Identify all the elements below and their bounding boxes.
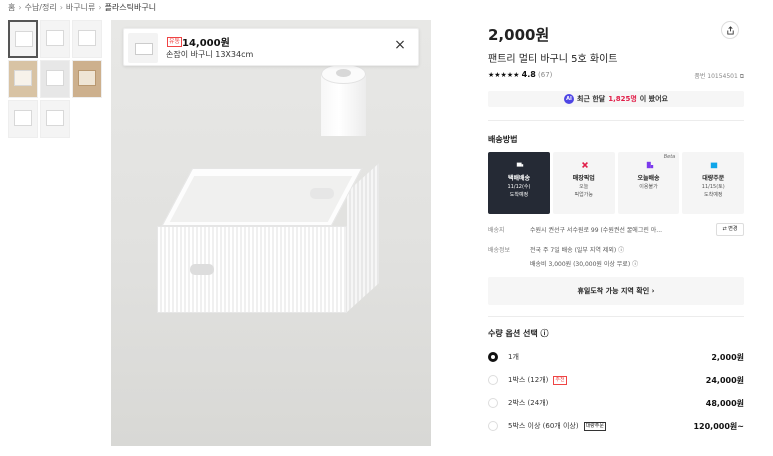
tab-bulk-order[interactable]: 대량주문 11/15(토) 도착예정 — [682, 152, 744, 214]
basket-image — [157, 163, 385, 313]
option-price: 120,000원~ — [693, 421, 744, 431]
product-name: 팬트리 멀티 바구니 5호 화이트 — [488, 54, 618, 65]
recommended-product-price: 14,000원 — [182, 38, 230, 49]
divider — [488, 120, 744, 121]
close-icon[interactable]: × — [393, 38, 407, 52]
thumbnail-8[interactable] — [40, 100, 70, 138]
option-1-item[interactable]: 1개 2,000원 — [488, 348, 744, 366]
option-price: 24,000원 — [705, 375, 744, 385]
breadcrumb-plastic-basket[interactable]: 플라스틱바구니 — [105, 2, 157, 13]
thumbnail-image — [46, 30, 64, 46]
star-rating-icon: ★★★★★ — [488, 71, 520, 79]
pickup-icon — [581, 162, 588, 168]
tab-parcel-delivery[interactable]: 택배배송 11/12(수) 도착예정 — [488, 152, 550, 214]
divider — [488, 316, 744, 317]
ai-icon: AI — [564, 94, 574, 104]
destination-label: 배송지 — [488, 227, 505, 234]
thumbnail-5[interactable] — [40, 60, 70, 98]
breadcrumb: 홈 › 수납/정리 › 바구니류 › 플라스틱바구니 — [8, 2, 156, 13]
option-label: 5박스 이상 (60개 이상) — [508, 422, 579, 430]
shipping-info-label: 배송정보 — [488, 247, 511, 254]
product-code[interactable]: 품번 10154501 ⧉ — [694, 71, 744, 81]
shipping-tab-label: 매장픽업 — [572, 175, 595, 182]
bulk-order-icon — [711, 162, 718, 169]
recent-views-banner: AI 최근 한달 1,825명 이 봤어요 — [488, 91, 744, 107]
recommended-product-badge: 유통 — [167, 37, 183, 47]
bulk-order-badge: 대량주문 — [583, 421, 606, 431]
review-count: (67) — [538, 71, 553, 79]
product-rating[interactable]: ★★★★★ 4.8 (67) — [488, 70, 552, 79]
change-address-button[interactable]: ⇄ 변경 — [716, 223, 744, 236]
shipping-tab-sub: 이용불가 — [639, 184, 658, 190]
main-product-image[interactable] — [111, 20, 431, 446]
holiday-delivery-check-button[interactable]: 휴일도착 가능 지역 확인 › — [488, 277, 744, 305]
shipping-tab-sub: 11/12(수) 도착예정 — [507, 184, 531, 198]
chevron-right-icon: › — [59, 3, 63, 12]
tab-today-delivery[interactable]: Beta 오늘배송 이용불가 — [617, 152, 680, 214]
option-5-box-plus[interactable]: 5박스 이상 (60개 이상) 대량주문 120,000원~ — [488, 417, 744, 435]
option-price: 2,000원 — [711, 352, 744, 362]
truck-icon — [516, 162, 524, 167]
breadcrumb-home[interactable]: 홈 — [8, 2, 15, 13]
thumbnail-4[interactable] — [8, 60, 38, 98]
thumbnail-image — [46, 70, 64, 86]
chevron-right-icon: › — [18, 3, 22, 12]
toilet-roll-image — [321, 64, 366, 144]
thumbnail-2[interactable] — [40, 20, 70, 58]
option-label: 1박스 (12개) — [508, 376, 549, 384]
basket-handle — [190, 264, 214, 275]
rating-value: 4.8 — [521, 70, 536, 79]
thumbnail-image — [14, 110, 32, 126]
option-label: 2박스 (24개) — [508, 399, 549, 407]
option-1-box[interactable]: 1박스 (12개) 추천 24,000원 — [488, 371, 744, 389]
radio-icon[interactable] — [488, 375, 498, 385]
option-price: 48,000원 — [705, 398, 744, 408]
thumbnail-gallery — [8, 20, 102, 138]
thumbnail-image — [15, 31, 33, 47]
beta-badge: Beta — [663, 154, 676, 160]
thumbnail-image — [78, 30, 96, 46]
thumbnail-3[interactable] — [72, 20, 102, 58]
radio-icon[interactable] — [488, 398, 498, 408]
radio-icon[interactable] — [488, 421, 498, 431]
option-2-box[interactable]: 2박스 (24개) 48,000원 — [488, 394, 744, 412]
breadcrumb-basket[interactable]: 바구니류 — [66, 2, 95, 13]
recommended-badge: 추천 — [553, 375, 567, 385]
thumbnail-6[interactable] — [72, 60, 102, 98]
breadcrumb-storage[interactable]: 수납/정리 — [25, 2, 57, 13]
shipping-tab-label: 택배배송 — [507, 175, 531, 182]
recommended-product-thumbnail — [128, 33, 158, 63]
option-label: 1개 — [508, 353, 519, 361]
tab-store-pickup[interactable]: 매장픽업 오늘 픽업가능 — [552, 152, 615, 214]
shipping-title: 배송방법 — [488, 135, 518, 144]
recommended-product-title: 손잡이 바구니 13X34cm — [166, 50, 254, 59]
chevron-right-icon: › — [98, 3, 102, 12]
basket-handle — [310, 188, 334, 199]
shipping-info-line1: 전국 주 7일 배송 (일부 지역 제외) ⓘ — [530, 247, 625, 254]
thumbnail-image — [46, 110, 64, 126]
destination-address: 수원시 권선구 서수원로 99 (수원권선 꿀에그린 아... — [530, 227, 663, 234]
views-prefix: 최근 한달 — [577, 95, 606, 103]
quantity-option-title: 수량 옵션 선택 ⓘ — [488, 329, 549, 338]
thumbnail-image — [78, 70, 96, 86]
share-button[interactable] — [721, 21, 739, 39]
thumbnail-image — [14, 70, 32, 86]
radio-selected-icon[interactable] — [488, 352, 498, 362]
shipping-tab-sub: 11/15(토) 도착예정 — [701, 184, 725, 198]
shipping-tab-sub: 오늘 픽업가능 — [574, 184, 593, 198]
shipping-info: 배송정보 전국 주 7일 배송 (일부 지역 제외) ⓘ — [488, 245, 624, 254]
shipping-destination: 배송지 수원시 권선구 서수원로 99 (수원권선 꿀에그린 아... — [488, 225, 662, 234]
shipping-tabs: 택배배송 11/12(수) 도착예정 매장픽업 오늘 픽업가능 Beta 오늘배송 … — [488, 152, 744, 214]
thumbnail-1[interactable] — [8, 20, 38, 58]
delivery-icon — [646, 161, 653, 169]
share-icon — [726, 25, 734, 35]
shipping-fee: 배송비 3,000원 (30,000원 이상 무료) ⓘ — [530, 261, 639, 268]
recommended-product-card[interactable]: 유통 14,000원 손잡이 바구니 13X34cm × — [123, 28, 419, 66]
views-count: 1,825명 — [608, 95, 637, 103]
shipping-tab-label: 오늘배송 — [637, 175, 660, 182]
views-suffix: 이 봤어요 — [639, 95, 668, 103]
product-price: 2,000원 — [488, 26, 550, 44]
thumbnail-7[interactable] — [8, 100, 38, 138]
shipping-tab-label: 대량주문 — [702, 175, 725, 182]
